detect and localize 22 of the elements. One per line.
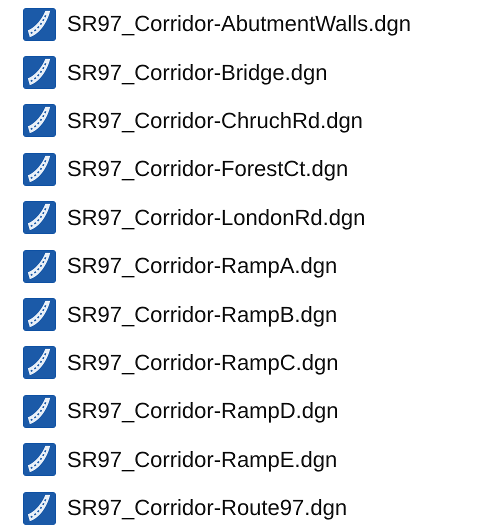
file-icon <box>22 297 57 332</box>
file-name[interactable]: SR97_Corridor-RampB.dgn <box>67 302 338 328</box>
file-name[interactable]: SR97_Corridor-Route97.dgn <box>67 495 348 522</box>
file-name[interactable]: SR97_Corridor-AbutmentWalls.dgn <box>67 11 411 38</box>
file-name[interactable]: SR97_Corridor-RampA.dgn <box>67 253 338 280</box>
file-name[interactable]: SR97_Corridor-RampC.dgn <box>67 350 338 376</box>
file-icon <box>22 152 57 187</box>
file-icon <box>22 490 57 525</box>
file-icon <box>22 55 57 90</box>
file-icon <box>22 6 57 42</box>
file-icon <box>22 200 57 236</box>
file-icon <box>22 442 57 478</box>
file-name[interactable]: SR97_Corridor-RampD.dgn <box>67 398 338 424</box>
file-icon <box>22 103 57 138</box>
file-icon <box>22 345 57 380</box>
file-name[interactable]: SR97_Corridor-ChruchRd.dgn <box>67 108 363 134</box>
file-name[interactable]: SR97_Corridor-Bridge.dgn <box>67 60 328 86</box>
file-icon <box>22 248 57 284</box>
file-name[interactable]: SR97_Corridor-ForestCt.dgn <box>67 156 348 182</box>
file-name[interactable]: SR97_Corridor-RampE.dgn <box>67 446 338 473</box>
file-icon <box>22 394 57 429</box>
file-name[interactable]: SR97_Corridor-LondonRd.dgn <box>67 204 366 231</box>
